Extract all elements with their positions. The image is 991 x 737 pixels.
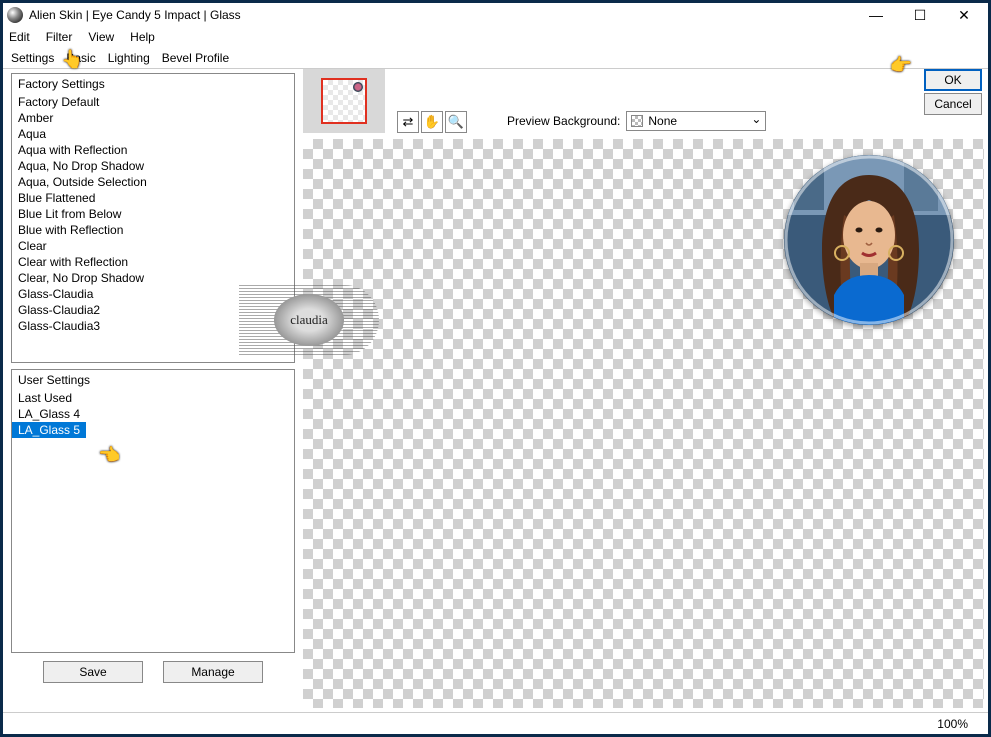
preview-background-select[interactable]: None: [626, 111, 766, 131]
user-settings-header: User Settings: [12, 370, 294, 390]
titlebar: Alien Skin | Eye Candy 5 Impact | Glass …: [3, 3, 988, 27]
list-item[interactable]: Clear: [12, 238, 294, 254]
preview-background-label: Preview Background:: [507, 114, 620, 128]
hand-tool-icon[interactable]: ✋: [421, 111, 443, 133]
preview-thumbnail[interactable]: [321, 78, 367, 124]
cancel-button[interactable]: Cancel: [924, 93, 982, 115]
minimize-button[interactable]: —: [868, 7, 884, 23]
menu-edit[interactable]: Edit: [9, 30, 30, 44]
save-button[interactable]: Save: [43, 661, 143, 683]
preview-toolbar: ⇄ ✋ 🔍 Preview Background: None OK Cancel: [303, 69, 988, 139]
zoom-level: 100%: [937, 717, 968, 731]
thumbnail-strip: [303, 69, 385, 133]
swap-tool-icon[interactable]: ⇄: [397, 111, 419, 133]
preview-background-control: Preview Background: None: [507, 111, 766, 131]
list-item[interactable]: Blue Lit from Below: [12, 206, 294, 222]
factory-settings-header: Factory Settings: [12, 74, 294, 94]
dialog-buttons: OK Cancel: [924, 69, 982, 115]
left-panel: Factory Settings Factory Default Amber A…: [3, 69, 303, 712]
app-window: Alien Skin | Eye Candy 5 Impact | Glass …: [0, 0, 991, 737]
close-button[interactable]: ✕: [956, 7, 972, 23]
list-item[interactable]: Factory Default: [12, 94, 294, 110]
menu-view[interactable]: View: [88, 30, 114, 44]
list-item[interactable]: Glass-Claudia: [12, 286, 294, 302]
tab-basic[interactable]: Basic: [66, 51, 95, 65]
menu-help[interactable]: Help: [130, 30, 155, 44]
list-item[interactable]: Clear with Reflection: [12, 254, 294, 270]
tab-bevel-profile[interactable]: Bevel Profile: [162, 51, 229, 65]
list-item[interactable]: LA_Glass 4: [12, 406, 294, 422]
menu-filter[interactable]: Filter: [46, 30, 73, 44]
list-item[interactable]: Blue with Reflection: [12, 222, 294, 238]
tabbar: Settings Basic Lighting Bevel Profile: [3, 47, 988, 69]
tab-lighting[interactable]: Lighting: [108, 51, 150, 65]
list-item[interactable]: Aqua with Reflection: [12, 142, 294, 158]
preview-image: [784, 155, 954, 325]
list-item[interactable]: Clear, No Drop Shadow: [12, 270, 294, 286]
maximize-button[interactable]: ☐: [912, 7, 928, 23]
window-title: Alien Skin | Eye Candy 5 Impact | Glass: [29, 8, 868, 22]
ok-button[interactable]: OK: [924, 69, 982, 91]
preview-background-value: None: [648, 114, 677, 128]
list-item[interactable]: Glass-Claudia2: [12, 302, 294, 318]
list-item[interactable]: Last Used: [12, 390, 294, 406]
list-item[interactable]: Aqua, Outside Selection: [12, 174, 294, 190]
manage-button[interactable]: Manage: [163, 661, 263, 683]
list-item[interactable]: Aqua: [12, 126, 294, 142]
list-item[interactable]: Amber: [12, 110, 294, 126]
transparency-swatch-icon: [631, 115, 643, 127]
list-item-selected[interactable]: LA_Glass 5: [12, 422, 86, 438]
tab-settings[interactable]: Settings: [11, 51, 54, 65]
tool-buttons: ⇄ ✋ 🔍: [397, 111, 467, 133]
menubar: Edit Filter View Help: [3, 27, 988, 47]
preview-canvas[interactable]: [303, 139, 984, 708]
user-settings-list[interactable]: User Settings Last Used LA_Glass 4 LA_Gl…: [11, 369, 295, 653]
settings-buttons: Save Manage: [11, 661, 295, 683]
statusbar: 100%: [3, 712, 988, 734]
right-panel: ⇄ ✋ 🔍 Preview Background: None OK Cancel: [303, 69, 988, 712]
window-controls: — ☐ ✕: [868, 7, 984, 23]
app-icon: [7, 7, 23, 23]
content-area: Factory Settings Factory Default Amber A…: [3, 69, 988, 712]
zoom-tool-icon[interactable]: 🔍: [445, 111, 467, 133]
list-item[interactable]: Glass-Claudia3: [12, 318, 294, 334]
factory-settings-list[interactable]: Factory Settings Factory Default Amber A…: [11, 73, 295, 363]
list-item[interactable]: Aqua, No Drop Shadow: [12, 158, 294, 174]
list-item[interactable]: Blue Flattened: [12, 190, 294, 206]
